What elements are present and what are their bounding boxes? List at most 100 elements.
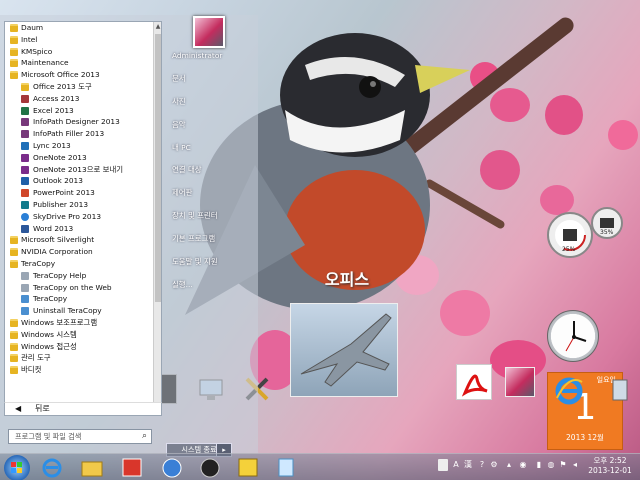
program-label: 바디컷 [21,365,42,375]
folder-icon [10,47,18,56]
program-folder-office-tools[interactable]: Office 2013 도구 [5,81,155,93]
folder-icon [21,82,29,91]
program-outlook[interactable]: Outlook 2013 [5,175,155,187]
uninstall-icon [21,307,29,316]
program-label: TeraCopy [21,258,56,268]
network-icon[interactable]: ▮ [534,459,544,471]
recycle-bin-icon[interactable] [605,374,635,404]
program-skydrive-pro[interactable]: SkyDrive Pro 2013 [5,211,155,223]
program-folder-maintenance[interactable]: Maintenance [5,57,155,69]
program-lync[interactable]: Lync 2013 [5,140,155,152]
program-folder-ms-office[interactable]: Microsoft Office 2013 [5,69,155,81]
right-item-music[interactable]: 음악 [166,114,254,137]
jet-fighter-shortcut-image[interactable] [290,303,398,397]
program-folder-accessories[interactable]: Windows 보조프로그램 [5,317,155,329]
taskbar-time: 오후 2:52 [593,456,627,465]
right-item-control-panel[interactable]: 제어판 [166,182,254,205]
taskbar-internet-explorer-icon[interactable] [40,456,64,479]
program-uninstall-teracopy[interactable]: Uninstall TeraCopy [5,305,155,317]
right-item-pictures[interactable]: 사진 [166,91,254,114]
search-icon: ⌕ [141,431,147,441]
keyboard-icon[interactable] [438,459,448,471]
show-hidden-icons-icon[interactable]: ▴ [504,459,514,471]
cpu-usage-readout: 25% [562,246,576,253]
program-label: Outlook 2013 [33,176,83,186]
tray-tool-icon[interactable]: ⚙ [489,459,499,471]
program-folder-teracopy[interactable]: TeraCopy [5,258,155,270]
help-document-icon [21,271,29,280]
taskbar-power-icon[interactable] [160,456,184,479]
program-onenote[interactable]: OneNote 2013 [5,152,155,164]
program-search-input[interactable]: 프로그램 및 파일 검색 ⌕ [8,429,152,444]
volume-icon[interactable]: ◂ [570,459,580,471]
program-folder-cut[interactable]: 바디컷 [5,364,155,376]
program-list-scrollbar[interactable]: ▲ ▼ [153,22,161,408]
web-link-icon [21,283,29,292]
user-avatar[interactable] [193,16,225,48]
program-folder-silverlight[interactable]: Microsoft Silverlight [5,234,155,246]
taskbar-file-explorer-icon[interactable] [80,456,104,479]
right-item-help-support[interactable]: 도움말 및 지원 [166,251,254,274]
taskbar-app-red-icon[interactable] [120,456,144,479]
program-label: Office 2013 도구 [33,81,92,91]
back-button[interactable]: ◀ 뒤로 [4,402,162,416]
right-item-run[interactable]: 실행... [166,274,254,297]
taskbar-clock[interactable]: 오후 2:52 2013-12-01 [584,456,636,476]
help-icon[interactable]: ? [477,459,487,471]
action-center-flag-icon[interactable]: ⚑ [558,459,568,471]
program-folder-windows-system[interactable]: Windows 시스템 [5,329,155,341]
program-label: Excel 2013 [33,105,74,115]
memory-usage-readout: 35% [600,229,614,236]
program-teracopy-web[interactable]: TeraCopy on the Web [5,282,155,294]
program-folder-daum[interactable]: Daum [5,22,155,34]
start-button-windows-icon[interactable] [4,455,30,480]
tray-status-icon[interactable]: ◍ [546,459,556,471]
dock-acrobat-icon[interactable] [456,364,492,400]
tray-app-icon[interactable]: ◉ [518,459,528,471]
clock-gadget[interactable] [547,310,599,362]
search-placeholder: 프로그램 및 파일 검색 [15,432,82,441]
program-label: Lync 2013 [33,140,71,150]
program-word[interactable]: Word 2013 [5,223,155,235]
scrollbar-thumb[interactable] [155,34,161,302]
program-infopath-designer[interactable]: InfoPath Designer 2013 [5,116,155,128]
back-arrow-icon: ◀ [15,404,22,413]
right-item-connect-to[interactable]: 연결 대상 [166,159,254,182]
folder-icon [10,35,18,44]
ime-mode-indicator[interactable]: A [451,459,461,471]
ime-hanja-indicator[interactable]: 漢 [463,459,473,471]
dock-bird-photo-icon[interactable] [505,367,535,397]
program-folder-nvidia[interactable]: NVIDIA Corporation [5,246,155,258]
program-folder-kmspico[interactable]: KMSpico [5,46,155,58]
right-item-default-programs[interactable]: 기본 프로그램 [166,228,254,251]
right-item-my-pc[interactable]: 내 PC [166,137,254,160]
program-teracopy-help[interactable]: TeraCopy Help [5,270,155,282]
program-send-to-onenote[interactable]: OneNote 2013으로 보내기 [5,164,155,176]
teracopy-icon [21,295,29,304]
program-folder-accessibility[interactable]: Windows 접근성 [5,341,155,353]
taskbar-r-app-icon[interactable] [236,456,260,479]
program-access[interactable]: Access 2013 [5,93,155,105]
all-programs-list[interactable]: Daum Intel KMSpico Maintenance Microsoft… [4,21,162,409]
program-folder-admin-tools[interactable]: 관리 도구 [5,352,155,364]
program-folder-intel[interactable]: Intel [5,34,155,46]
program-excel[interactable]: Excel 2013 [5,105,155,117]
infopath-icon [21,130,29,139]
program-label: Intel [21,34,38,44]
taskbar-notepad-icon[interactable] [274,456,298,479]
program-powerpoint[interactable]: PowerPoint 2013 [5,187,155,199]
program-label: NVIDIA Corporation [21,247,93,257]
internet-explorer-icon[interactable] [554,376,584,406]
blossom-decoration [480,150,520,190]
program-infopath-filler[interactable]: InfoPath Filler 2013 [5,128,155,140]
program-publisher[interactable]: Publisher 2013 [5,199,155,211]
program-teracopy[interactable]: TeraCopy [5,293,155,305]
office-shortcut-label[interactable]: 오피스 [302,266,392,290]
right-item-devices-printers[interactable]: 장치 및 프린터 [166,205,254,228]
system-tray: A 漢 ? ⚙ ▴ ◉ ▮ ◍ ⚑ ◂ [438,457,588,475]
right-item-administrator[interactable]: Administrator [166,45,254,68]
scroll-up-arrow-icon[interactable]: ▲ [154,22,161,32]
taskbar-clock-app-icon[interactable] [198,456,222,479]
right-item-documents[interactable]: 문서 [166,68,254,91]
program-label: Microsoft Office 2013 [21,70,100,80]
